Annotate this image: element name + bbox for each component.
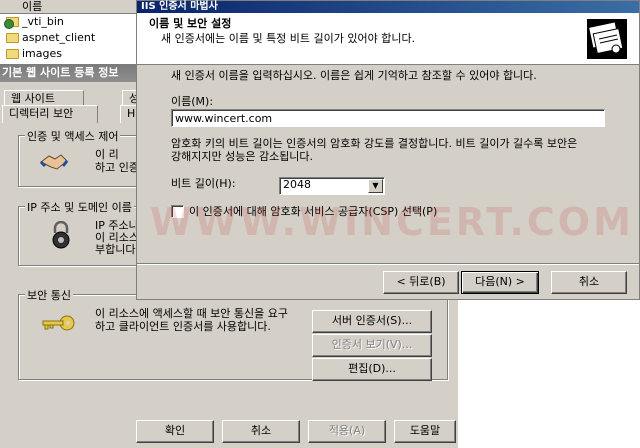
- bit-length-select[interactable]: 2048 ▼: [279, 177, 385, 195]
- next-button[interactable]: 다음(N) >: [461, 271, 539, 294]
- list-item[interactable]: images: [0, 46, 140, 62]
- ip-group-label: IP 주소 및 도메인 이름: [25, 199, 134, 215]
- tab-directory-security[interactable]: 디렉터리 보안: [2, 105, 98, 123]
- web-folder-icon: [4, 17, 19, 29]
- apply-button[interactable]: 적용(A): [308, 420, 386, 443]
- key-icon: [42, 315, 75, 331]
- list-item-label: aspnet_client: [22, 31, 96, 44]
- list-item-label: _vti_bin: [22, 15, 64, 28]
- folder-icon: [6, 33, 19, 43]
- ip-group-text-3: 부합니다: [95, 243, 136, 256]
- secure-group-text-1: 이 리소스에 액세스할 때 보안 통신을 요구: [95, 307, 289, 320]
- edit-button[interactable]: 편집(D)...: [312, 358, 432, 381]
- auth-group-text-1: 이 리: [95, 148, 119, 161]
- wizard-header: 이름 및 보안 설정 새 인증서에는 이름 및 특정 비트 길이가 있어야 합니…: [137, 13, 639, 65]
- secure-group-text-2: 하고 클라이언트 인증서를 사용합니다.: [95, 320, 271, 333]
- wizard-title-bar: IIS 인증서 마법사: [137, 1, 639, 13]
- wizard-header-subtitle: 새 인증서에는 이름 및 특정 비트 길이가 있어야 합니다.: [161, 32, 416, 45]
- bit-length-value: 2048: [283, 178, 311, 191]
- handshake-icon: [39, 154, 69, 170]
- wizard-header-title: 이름 및 보안 설정: [149, 17, 232, 30]
- wizard-separator: [137, 263, 639, 265]
- wizard-cancel-button[interactable]: 취소: [551, 271, 627, 294]
- ok-button[interactable]: 확인: [136, 420, 214, 443]
- bit-length-label: 비트 길이(H):: [171, 177, 236, 190]
- certificate-wizard-icon: [587, 19, 627, 59]
- help-button[interactable]: 도움말: [394, 420, 456, 443]
- csp-checkbox-label[interactable]: 이 인증서에 대해 암호화 서비스 공급자(CSP) 선택(P): [189, 205, 437, 218]
- view-certificate-button[interactable]: 인증서 보기(V)...: [312, 334, 432, 357]
- back-button[interactable]: < 뒤로(B): [383, 271, 459, 294]
- list-item-label: images: [22, 47, 62, 60]
- bit-length-description-2: 강해지지만 성능은 감소됩니다.: [171, 150, 314, 163]
- list-item[interactable]: aspnet_client: [0, 30, 140, 46]
- certificate-name-input[interactable]: [171, 109, 605, 127]
- bit-length-description-1: 암호화 키의 비트 길이는 인증서의 암호화 강도를 결정합니다. 비트 길이가…: [171, 137, 578, 150]
- name-label: 이름(M):: [171, 95, 214, 108]
- server-certificate-button[interactable]: 서버 인증서(S)...: [312, 310, 432, 333]
- padlock-icon: [52, 221, 70, 249]
- auth-group-label: 인증 및 액세스 제어: [25, 128, 121, 144]
- certificate-wizard-dialog: IIS 인증서 마법사 이름 및 보안 설정 새 인증서에는 이름 및 특정 비…: [136, 0, 640, 300]
- folder-icon: [6, 49, 19, 59]
- wizard-intro-text: 새 인증서 이름을 입력하십시오. 이름은 쉽게 기억하고 참조할 수 있어야 …: [171, 69, 537, 82]
- csp-checkbox[interactable]: [171, 205, 184, 218]
- chevron-down-icon[interactable]: ▼: [368, 179, 383, 193]
- ip-domain-group: IP 주소 및 도메인 이름 IP 주소나 이 리소스 부합니다: [18, 199, 142, 266]
- cancel-button[interactable]: 취소: [222, 420, 300, 443]
- auth-access-group: 인증 및 액세스 제어 이 리 하고 인증: [18, 128, 142, 187]
- explorer-file-list: 이름 _vti_bin aspnet_client images: [0, 0, 140, 64]
- secure-group-label: 보안 통신: [25, 287, 73, 303]
- auth-group-text-2: 하고 인증: [95, 161, 139, 174]
- list-column-header-name[interactable]: 이름: [0, 0, 140, 14]
- list-item[interactable]: _vti_bin: [0, 14, 140, 30]
